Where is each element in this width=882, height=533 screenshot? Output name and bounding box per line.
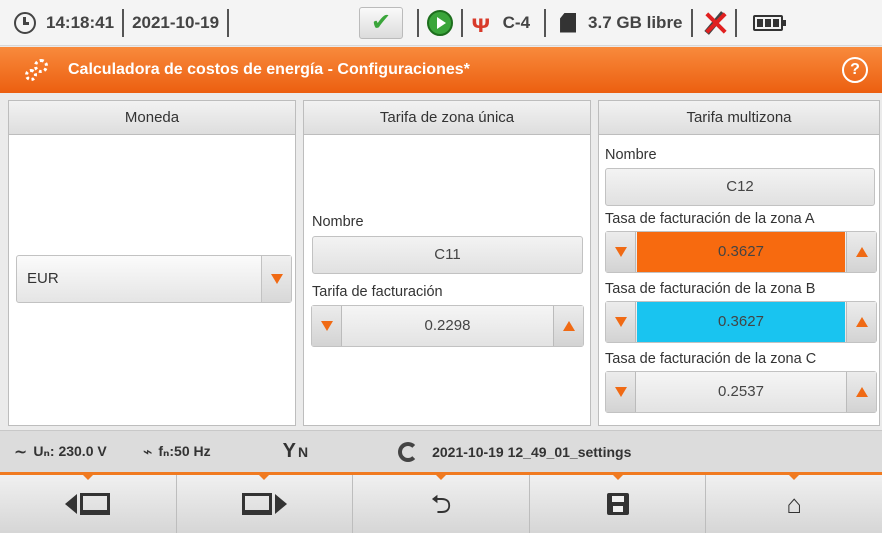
back-button[interactable]: ⮌ (353, 474, 530, 533)
currency-value: EUR (27, 270, 59, 287)
divider (690, 8, 693, 37)
settings-file-name: 2021-10-19 12_49_01_settings (432, 443, 632, 460)
arrow-left-icon (65, 494, 78, 514)
home-icon: ⌂ (786, 489, 803, 519)
zone-a-value: 0.3627 (637, 232, 845, 272)
single-rate-value: 0.2298 (424, 317, 471, 334)
record-icon (427, 9, 454, 36)
title-bar: Calculadora de costos de energía - Confi… (0, 47, 882, 93)
frequency-value: fₙ:50 Hz (158, 443, 211, 459)
clock-icon (14, 11, 36, 34)
zone-a-label: Tasa de facturación de la zona A (605, 211, 815, 227)
decrement-button[interactable] (606, 302, 636, 342)
back-arrow-icon: ⮌ (430, 489, 452, 519)
frequency-icon: ⌁ (142, 443, 153, 461)
frequency-info: ⌁ fₙ:50 Hz (143, 442, 211, 462)
zone-c-label: Tasa de facturación de la zona C (605, 351, 817, 367)
status-date: 2021-10-19 (132, 12, 220, 32)
arrow-right-icon (274, 494, 287, 514)
decrement-button[interactable] (606, 232, 636, 272)
increment-button[interactable] (846, 372, 876, 412)
status-storage: 3.7 GB libre (588, 12, 683, 32)
settings-file-icon (398, 441, 419, 462)
page-title: Calculadora de costos de energía - Confi… (68, 61, 470, 78)
zone-b-stepper[interactable]: 0.3627 (605, 301, 877, 343)
dropdown-arrow-icon[interactable] (261, 256, 291, 302)
currency-dropdown[interactable]: EUR (16, 255, 292, 303)
home-button[interactable]: ⌂ (706, 474, 882, 533)
bottom-toolbar: ⮌ ⌂ (0, 472, 882, 533)
info-bar: ∼ Uₙ: 230.0 V ⌁ fₙ:50 Hz Y N 2021-10-19 … (0, 430, 882, 472)
decrement-button[interactable] (606, 372, 636, 412)
single-tariff-panel: Tarifa de zona única Nombre C11 Tarifa d… (303, 100, 591, 426)
zone-b-value: 0.3627 (637, 302, 845, 342)
status-clamp: C-4 (502, 12, 531, 32)
window-icon (80, 493, 111, 515)
phase-info: Y N (283, 440, 308, 463)
divider (122, 8, 125, 37)
zone-c-value: 0.2537 (718, 383, 764, 400)
decrement-button[interactable] (312, 306, 342, 346)
multi-name-field[interactable]: C12 (605, 168, 875, 206)
voltage-value: Uₙ: 230.0 V (33, 443, 107, 459)
multi-name-label: Nombre (605, 147, 657, 163)
single-tariff-header: Tarifa de zona única (304, 101, 590, 135)
check-icon: ✔ (370, 8, 392, 36)
zone-a-stepper[interactable]: 0.3627 (605, 231, 877, 273)
sd-card-icon (560, 12, 577, 33)
zone-b-label: Tasa de facturación de la zona B (605, 281, 816, 297)
divider (227, 8, 230, 37)
status-time: 14:18:41 (46, 12, 115, 32)
next-screen-button[interactable] (177, 474, 354, 533)
increment-button[interactable] (553, 306, 583, 346)
multi-tariff-panel: Tarifa multizona Nombre C12 Tasa de fact… (598, 100, 880, 426)
usb-disconnected-icon (701, 8, 727, 38)
status-bar: 14:18:41 2021-10-19 ✔ ᴪ C-4 3.7 GB libre (0, 0, 882, 46)
prev-screen-button[interactable] (0, 474, 177, 533)
wye-connection-icon: Y (282, 440, 296, 462)
save-icon (606, 493, 629, 515)
screen: 14:18:41 2021-10-19 ✔ ᴪ C-4 3.7 GB libre… (0, 0, 882, 533)
currency-panel: Moneda EUR (8, 100, 296, 426)
currency-header: Moneda (9, 101, 295, 135)
clamp-icon: ᴪ (471, 7, 491, 38)
divider (461, 8, 464, 37)
multi-tariff-header: Tarifa multizona (599, 101, 879, 135)
increment-button[interactable] (846, 302, 876, 342)
single-name-label: Nombre (312, 214, 364, 230)
single-name-field[interactable]: C11 (312, 236, 583, 274)
single-rate-label: Tarifa de facturación (312, 284, 443, 300)
voltage-info: ∼ Uₙ: 230.0 V (14, 442, 107, 462)
settings-info: 2021-10-19 12_49_01_settings (398, 441, 632, 462)
gears-icon (24, 57, 50, 83)
single-rate-stepper[interactable]: 0.2298 (311, 305, 584, 347)
zone-c-stepper[interactable]: 0.2537 (605, 371, 877, 413)
battery-icon (752, 14, 786, 31)
divider (734, 8, 737, 37)
divider (417, 8, 420, 37)
increment-button[interactable] (846, 232, 876, 272)
ac-wave-icon: ∼ (14, 443, 28, 461)
window-icon (241, 493, 272, 515)
help-icon[interactable]: ? (842, 57, 868, 83)
confirm-button[interactable]: ✔ (359, 6, 404, 39)
phase-label: N (297, 443, 309, 460)
save-button[interactable] (530, 474, 707, 533)
divider (544, 8, 547, 37)
